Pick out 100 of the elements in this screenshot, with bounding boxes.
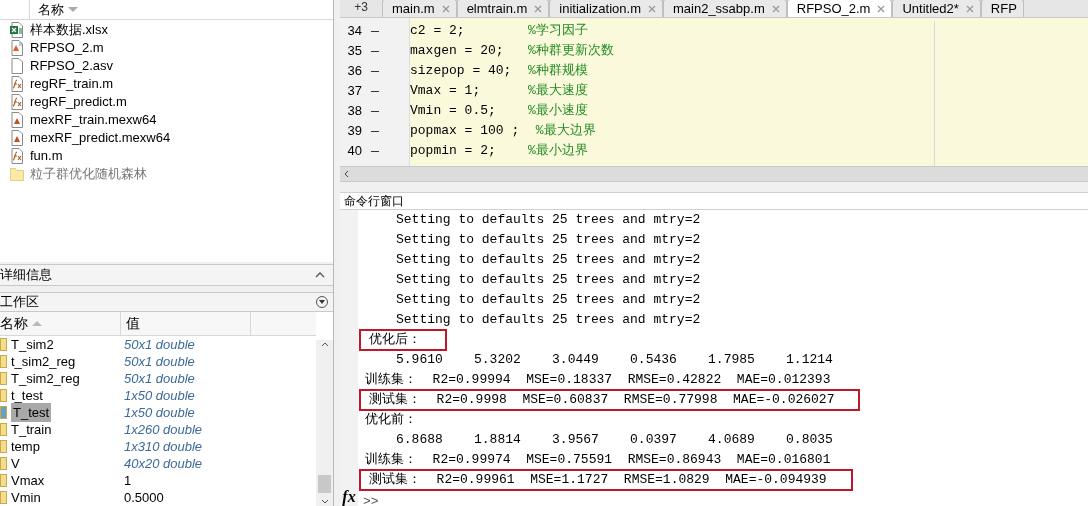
file-name[interactable]: mexRF_train.mexw64 [30,110,157,130]
panel-title: 命令行窗口 [344,193,404,210]
more-tabs-button[interactable]: +3 [340,0,382,17]
script-file-icon [10,130,24,146]
code-comment: %最小边界 [528,142,588,161]
script-file-icon [10,112,24,128]
output-line: Setting to defaults 25 trees and mtry=2 [395,291,702,309]
function-icon[interactable]: fx [342,489,356,505]
editor-tab[interactable]: RFPSO_2.m [786,0,893,17]
tab-label: elmtrain.m [466,0,528,17]
breakpoint-dash [371,110,379,112]
variable-value: 40x20 double [124,454,203,473]
details-bar[interactable]: 详细信息 [0,264,333,286]
variable-icon [0,338,7,351]
output-line: Setting to defaults 25 trees and mtry=2 [395,251,702,269]
spreadsheet-icon [10,22,24,38]
code-comment: %学习因子 [528,22,588,41]
file-name[interactable]: regRF_train.m [30,74,114,94]
variable-icon [0,406,7,419]
sort-icon [32,321,42,326]
folder-name[interactable]: 粒子群优化随机森林 [30,164,147,184]
variable-value: 1x50 double [124,386,195,405]
close-icon[interactable] [771,4,780,13]
workspace-bar[interactable]: 工作区 [0,292,333,312]
line-number: 39 [346,122,362,141]
close-icon[interactable] [877,4,886,13]
close-icon[interactable] [647,4,656,13]
line-number: 36 [346,62,362,81]
output-line: 优化前： [364,411,418,429]
variable-icon [0,457,7,470]
output-line: Setting to defaults 25 trees and mtry=2 [395,211,702,229]
breakpoint-dash [371,90,379,92]
variable-icon [0,355,7,368]
variable-value: 50x1 double [124,369,195,388]
file-name[interactable]: mexRF_predict.mexw64 [30,128,171,148]
column-header[interactable]: 名称 [30,0,78,19]
editor-tab[interactable]: Untitled2* [892,0,981,17]
close-icon[interactable] [441,4,450,13]
scrollbar[interactable] [316,340,333,506]
editor-tab[interactable]: RFP [980,0,1024,17]
code-comment: %最小速度 [528,102,588,121]
close-icon[interactable] [965,4,974,13]
variable-icon [0,423,7,436]
output-line: Setting to defaults 25 trees and mtry=2 [395,271,702,289]
tab-label: main2_ssabp.m [672,0,765,17]
variable-icon [0,372,7,385]
scroll-up-icon[interactable] [320,342,329,347]
panel-title: 工作区 [0,293,39,312]
output-line: Setting to defaults 25 trees and mtry=2 [395,311,702,329]
breakpoint-dash [371,130,379,132]
tab-label: RFP [990,0,1017,17]
code-comment: %最大边界 [534,122,596,141]
code-text: c2 = 2; [410,22,466,41]
tab-label: RFPSO_2.m [796,0,871,17]
variable-value: 0.5000 [124,488,164,506]
variable-value: 50x1 double [124,335,195,354]
tab-label: initialization.m [559,0,641,17]
tab-label: Untitled2* [902,0,959,17]
column-header[interactable]: 名称 [0,312,121,335]
script-file-icon [10,40,24,56]
editor-tab[interactable]: initialization.m [549,0,663,17]
breakpoint-dash [371,70,379,72]
breakpoint-dash [371,150,379,152]
file-name[interactable]: fun.m [30,146,63,166]
editor-tab[interactable]: main.m [382,0,457,17]
column-header[interactable]: 值 [121,312,251,335]
file-name[interactable]: 样本数据.xlsx [30,20,108,40]
breakpoint-dash [371,50,379,52]
file-icon [10,58,24,74]
horizontal-scrollbar[interactable] [340,166,1088,182]
variable-value: 1x310 double [124,437,203,456]
output-line: 训练集： R2=0.99994 MSE=0.18337 RMSE=0.42822 MAE=0.012393 [364,371,832,389]
code-comment: %最大速度 [528,82,588,101]
folder-icon [10,167,24,181]
line-number: 34 [346,22,362,41]
file-name[interactable]: RFPSO_2.asv [30,56,114,76]
scroll-left-icon[interactable] [344,170,349,178]
variable-icon [0,389,7,402]
scroll-down-icon[interactable] [320,499,329,504]
variable-value: 1x50 double [124,403,195,422]
code-comment: %种群更新次数 [528,42,614,61]
variable-icon [0,491,7,504]
variable-value: 50x1 double [124,352,195,371]
code-text: popmax = 100 ; [410,122,521,141]
variable-value: 1 [124,471,132,490]
file-name[interactable]: RFPSO_2.m [30,38,104,58]
command-prompt[interactable]: >> [363,492,1088,506]
breakpoint-dash [371,30,379,32]
close-icon[interactable] [534,4,543,13]
code-text: maxgen = 20; [410,42,505,61]
editor-tab[interactable]: main2_ssabp.m [662,0,787,17]
scroll-thumb[interactable] [318,475,331,493]
line-number: 40 [346,142,362,161]
editor-tab[interactable]: elmtrain.m [456,0,550,17]
code-text: Vmax = 1; [410,82,482,101]
code-text: popmin = 2; [410,142,497,161]
output-line: 6.8688 1.8814 3.9567 0.0397 4.0689 0.8035 [395,431,834,449]
file-name[interactable]: regRF_predict.m [30,92,127,112]
function-file-icon [10,94,24,110]
variable-name[interactable]: T_test [11,402,52,423]
